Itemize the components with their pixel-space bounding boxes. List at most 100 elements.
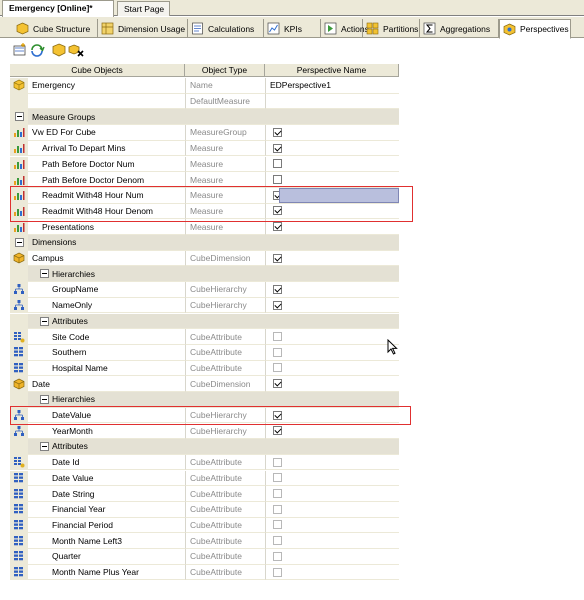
object-name: Path Before Doctor Num bbox=[42, 158, 135, 169]
table-row[interactable]: Hospital Name CubeAttribute bbox=[10, 360, 399, 377]
group-row[interactable]: Dimensions bbox=[10, 235, 399, 251]
include-checkbox[interactable] bbox=[273, 175, 282, 185]
table-row[interactable]: NameOnly CubeHierarchy bbox=[10, 297, 399, 314]
include-checkbox[interactable] bbox=[273, 127, 282, 137]
perspective-cell[interactable] bbox=[265, 501, 399, 518]
perspective-cell[interactable] bbox=[265, 125, 399, 141]
collapse-icon[interactable] bbox=[40, 442, 49, 452]
table-row[interactable]: Emergency Name EDPerspective1 bbox=[10, 78, 399, 94]
tab-actions[interactable]: Actions bbox=[321, 19, 369, 38]
include-checkbox[interactable] bbox=[273, 504, 282, 514]
group-row[interactable]: Attributes bbox=[10, 439, 399, 455]
table-row[interactable]: Month Name Plus Year CubeAttribute bbox=[10, 564, 399, 581]
document-tab-0[interactable]: Emergency [Online]* bbox=[2, 0, 114, 17]
table-row[interactable]: Southern CubeAttribute bbox=[10, 344, 399, 361]
table-row[interactable]: Date Value CubeAttribute bbox=[10, 470, 399, 487]
table-row[interactable]: Site Code CubeAttribute bbox=[10, 329, 399, 345]
include-checkbox[interactable] bbox=[273, 363, 282, 373]
table-row[interactable]: Quarter CubeAttribute bbox=[10, 549, 399, 565]
perspective-name-value[interactable]: EDPerspective1 bbox=[270, 80, 331, 90]
object-name: Date Id bbox=[52, 457, 80, 468]
table-row[interactable]: Financial Year CubeAttribute bbox=[10, 501, 399, 518]
perspective-cell[interactable] bbox=[265, 297, 399, 314]
table-row[interactable]: YearMonth CubeHierarchy bbox=[10, 423, 399, 440]
perspective-cell[interactable] bbox=[265, 564, 399, 581]
perspective-cell[interactable] bbox=[265, 470, 399, 487]
include-checkbox[interactable] bbox=[273, 520, 282, 530]
include-checkbox[interactable] bbox=[273, 347, 282, 357]
perspective-cell[interactable] bbox=[265, 549, 399, 565]
group-row[interactable]: Attributes bbox=[10, 313, 399, 330]
table-row[interactable]: GroupName CubeHierarchy bbox=[10, 282, 399, 298]
include-checkbox[interactable] bbox=[273, 551, 282, 561]
table-row[interactable]: Path Before Doctor Num Measure bbox=[10, 156, 399, 173]
perspective-cell[interactable] bbox=[265, 250, 399, 267]
group-row[interactable]: Hierarchies bbox=[10, 266, 399, 283]
collapse-icon[interactable] bbox=[40, 395, 49, 404]
include-checkbox[interactable] bbox=[273, 300, 282, 310]
table-row[interactable]: Financial Period CubeAttribute bbox=[10, 517, 399, 534]
browse-perspective-icon[interactable] bbox=[68, 42, 84, 58]
perspective-cell[interactable] bbox=[265, 423, 399, 440]
table-row[interactable]: Campus CubeDimension bbox=[10, 250, 399, 267]
collapse-icon[interactable] bbox=[40, 269, 49, 279]
include-checkbox[interactable] bbox=[273, 143, 282, 153]
row-gutter bbox=[10, 297, 28, 313]
include-checkbox[interactable] bbox=[273, 457, 282, 467]
collapse-icon[interactable] bbox=[40, 316, 49, 326]
include-checkbox[interactable] bbox=[273, 253, 282, 263]
rename-perspective-icon[interactable] bbox=[29, 42, 45, 58]
include-checkbox[interactable] bbox=[273, 222, 282, 232]
perspective-cell[interactable]: EDPerspective1 bbox=[265, 78, 399, 94]
tab-dimension-usage[interactable]: Dimension Usage bbox=[98, 19, 188, 38]
perspective-cell[interactable] bbox=[265, 344, 399, 361]
header-object-type[interactable]: Object Type bbox=[185, 64, 265, 77]
include-checkbox[interactable] bbox=[273, 536, 282, 546]
header-perspective-name[interactable]: Perspective Name bbox=[265, 64, 399, 77]
perspective-cell[interactable] bbox=[265, 156, 399, 173]
tab-aggregations[interactable]: Aggregations bbox=[420, 19, 499, 38]
include-checkbox[interactable] bbox=[273, 332, 282, 342]
perspective-cell[interactable] bbox=[265, 93, 399, 110]
table-row[interactable]: Date CubeDimension bbox=[10, 376, 399, 392]
cube-object-cell: YearMonth bbox=[10, 423, 185, 440]
perspective-cell[interactable] bbox=[265, 533, 399, 549]
table-row[interactable]: Date Id CubeAttribute bbox=[10, 454, 399, 471]
delete-perspective-icon[interactable] bbox=[51, 42, 67, 58]
include-checkbox[interactable] bbox=[273, 379, 282, 389]
perspective-cell[interactable] bbox=[265, 282, 399, 298]
include-checkbox[interactable] bbox=[273, 284, 282, 294]
tab-kpis[interactable]: KPIs bbox=[264, 19, 321, 38]
include-checkbox[interactable] bbox=[273, 159, 282, 169]
document-tab-1[interactable]: Start Page bbox=[117, 1, 170, 16]
table-row[interactable]: Arrival To Depart Mins Measure bbox=[10, 140, 399, 157]
collapse-icon[interactable] bbox=[14, 237, 24, 247]
group-row[interactable]: Measure Groups bbox=[10, 109, 399, 126]
row-gutter bbox=[10, 423, 28, 439]
perspective-cell[interactable] bbox=[265, 454, 399, 471]
tab-perspectives[interactable]: Perspectives bbox=[499, 19, 571, 39]
collapse-icon[interactable] bbox=[14, 112, 24, 122]
perspective-cell[interactable] bbox=[265, 329, 399, 345]
include-checkbox[interactable] bbox=[273, 426, 282, 436]
perspective-cell[interactable] bbox=[265, 376, 399, 392]
include-checkbox[interactable] bbox=[273, 473, 282, 483]
include-checkbox[interactable] bbox=[273, 567, 282, 577]
perspective-cell[interactable] bbox=[265, 517, 399, 534]
new-perspective-icon[interactable] bbox=[12, 42, 28, 58]
perspective-cell[interactable] bbox=[265, 486, 399, 502]
perspective-cell[interactable] bbox=[265, 140, 399, 157]
table-row[interactable]: Date String CubeAttribute bbox=[10, 486, 399, 502]
row-gutter bbox=[10, 93, 28, 109]
table-row[interactable]: Vw ED For Cube MeasureGroup bbox=[10, 125, 399, 141]
tab-cube-structure[interactable]: Cube Structure bbox=[13, 19, 98, 38]
table-row[interactable]: Month Name Left3 CubeAttribute bbox=[10, 533, 399, 549]
include-checkbox[interactable] bbox=[273, 489, 282, 499]
cube-object-cell: Arrival To Depart Mins bbox=[10, 140, 185, 157]
table-row[interactable]: DefaultMeasure bbox=[10, 93, 399, 110]
perspective-cell[interactable] bbox=[265, 360, 399, 377]
tab-partitions[interactable]: Partitions bbox=[363, 19, 420, 38]
header-cube-objects[interactable]: Cube Objects bbox=[10, 64, 185, 77]
object-name: Date String bbox=[52, 488, 95, 499]
tab-calculations[interactable]: Calculations bbox=[188, 19, 264, 38]
